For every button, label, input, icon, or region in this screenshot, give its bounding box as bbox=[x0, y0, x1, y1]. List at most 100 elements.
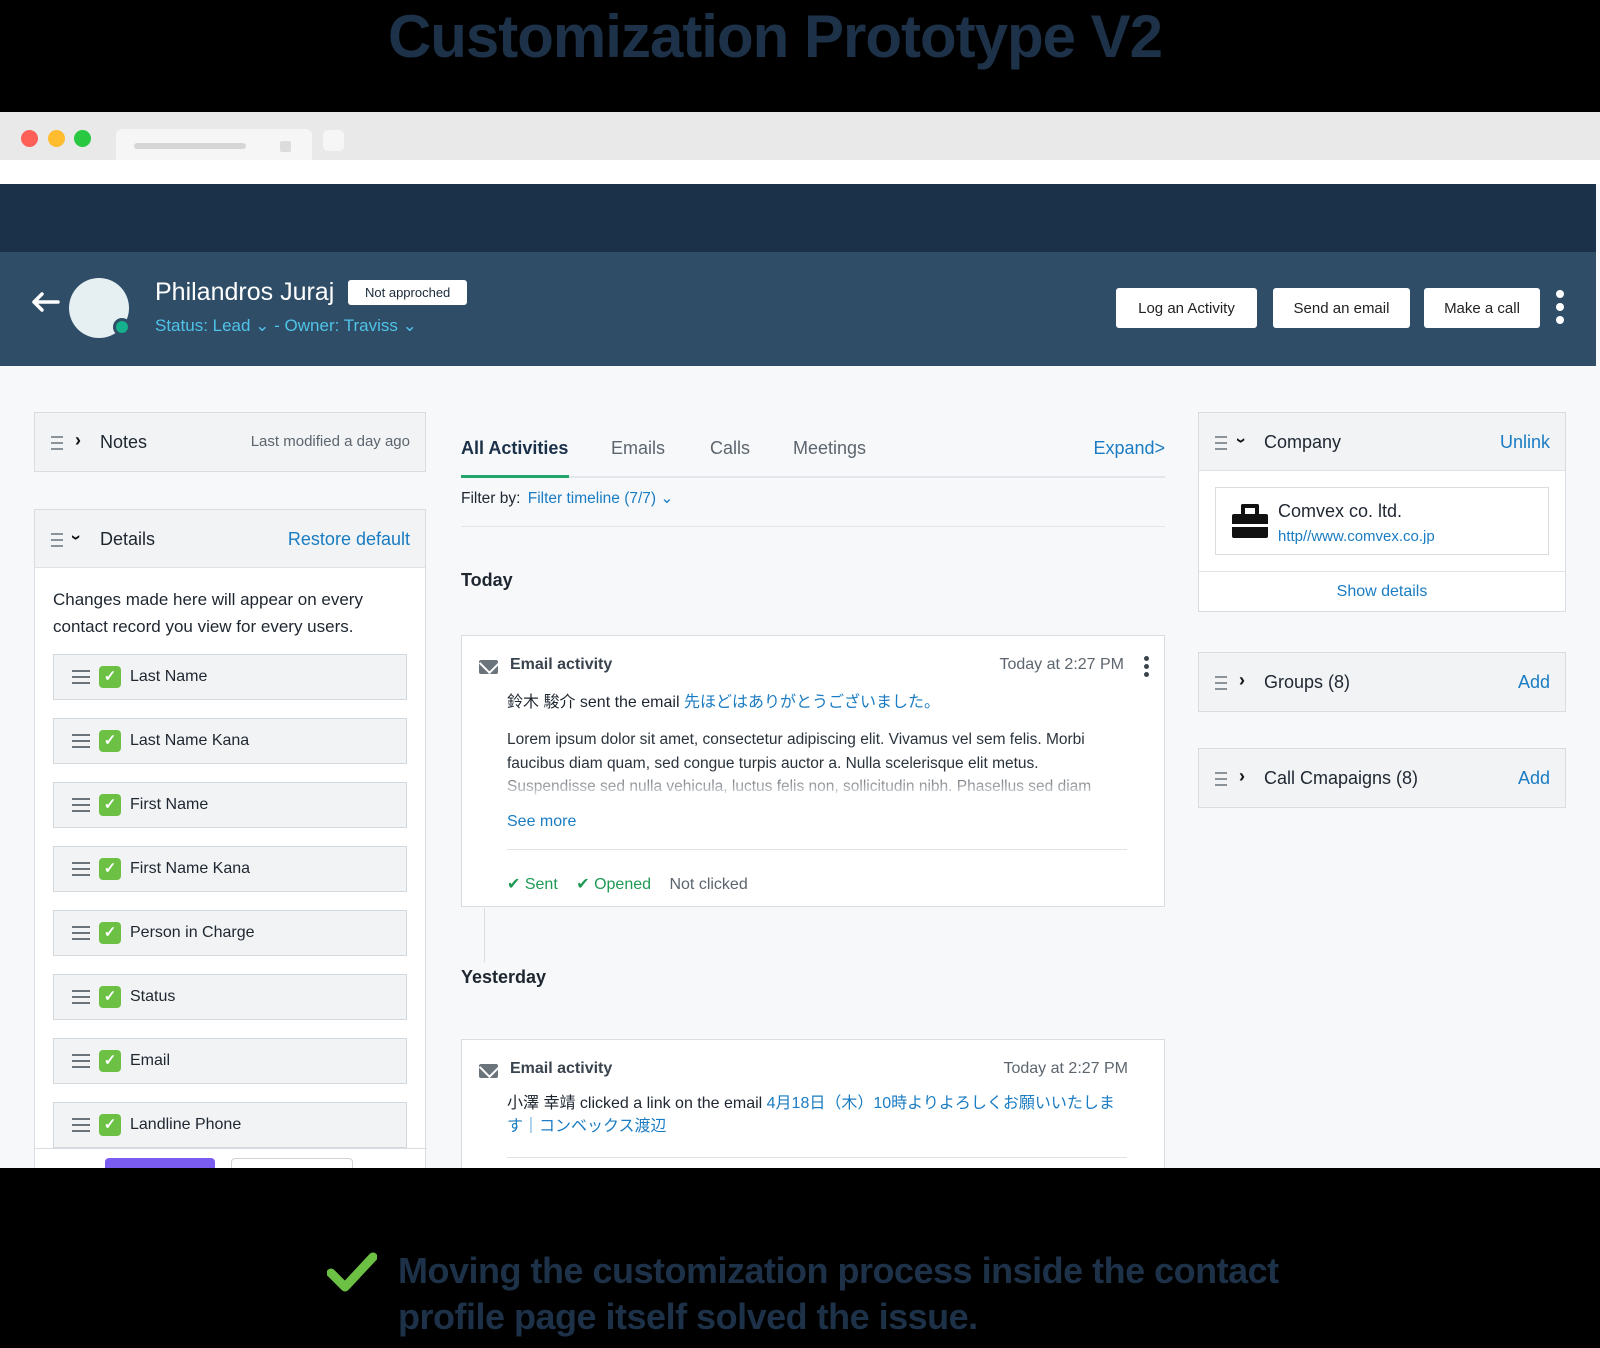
details-header[interactable]: › Details Restore default bbox=[35, 510, 425, 568]
checkbox-checked-icon[interactable]: ✓ bbox=[99, 666, 121, 688]
activity-summary: 小澤 幸靖 clicked a link on the email 4月18日（… bbox=[507, 1092, 1127, 1138]
field-row[interactable]: ✓ First Name Kana bbox=[53, 846, 407, 892]
drag-handle-icon[interactable] bbox=[72, 670, 90, 672]
checkbox-checked-icon[interactable]: ✓ bbox=[99, 1114, 121, 1136]
filter-row: Filter by: Filter timeline (7/7) ⌄ bbox=[461, 489, 673, 508]
approval-badge: Not approched bbox=[348, 280, 468, 305]
presentation-slide: Customization Prototype V2 Philandros Ju… bbox=[0, 0, 1600, 1348]
activity-more-icon[interactable] bbox=[1144, 656, 1149, 677]
company-url-link[interactable]: http//www.comvex.co.jp bbox=[1278, 528, 1435, 545]
restore-default-link[interactable]: Restore default bbox=[288, 529, 410, 550]
send-email-button[interactable]: Send an email bbox=[1273, 288, 1410, 328]
checkbox-checked-icon[interactable]: ✓ bbox=[99, 1050, 121, 1072]
chevron-down-icon[interactable]: › bbox=[1231, 438, 1252, 444]
tab-calls[interactable]: Calls bbox=[710, 438, 750, 459]
drag-handle-icon[interactable] bbox=[1215, 676, 1227, 678]
new-tab-icon[interactable] bbox=[323, 130, 344, 151]
field-row[interactable]: ✓ First Name bbox=[53, 782, 407, 828]
briefcase-icon bbox=[1232, 504, 1268, 538]
drag-handle-icon[interactable] bbox=[72, 1118, 90, 1120]
close-window-icon[interactable] bbox=[21, 130, 38, 147]
cancel-button[interactable] bbox=[231, 1158, 353, 1168]
contact-name: Philandros Juraj bbox=[155, 278, 335, 306]
drag-handle-icon[interactable] bbox=[51, 436, 63, 438]
email-activity-card: Email activity Today at 2:27 PM 鈴木 駿介 se… bbox=[461, 635, 1165, 907]
conclusion-text: Moving the customization process inside … bbox=[398, 1250, 1279, 1337]
contact-header: Philandros Juraj Not approched Status: L… bbox=[0, 252, 1596, 366]
unlink-link[interactable]: Unlink bbox=[1500, 432, 1550, 453]
field-label: Person in Charge bbox=[130, 924, 255, 941]
tab-all-activities[interactable]: All Activities bbox=[461, 438, 568, 459]
notes-title: Notes bbox=[100, 432, 148, 452]
more-options-icon[interactable] bbox=[1554, 290, 1566, 329]
active-tab-indicator bbox=[461, 475, 569, 478]
timeline-connector bbox=[484, 908, 485, 962]
chevron-down-icon[interactable]: › bbox=[66, 535, 87, 541]
notes-card: › Notes Last modified a day ago bbox=[34, 412, 426, 472]
minimize-window-icon[interactable] bbox=[48, 130, 65, 147]
see-more-link[interactable]: See more bbox=[507, 813, 576, 831]
drag-handle-icon[interactable] bbox=[72, 862, 90, 864]
drag-handle-icon[interactable] bbox=[72, 734, 90, 736]
checkbox-checked-icon[interactable]: ✓ bbox=[99, 922, 121, 944]
details-footer-divider bbox=[35, 1148, 427, 1149]
activity-actor: 鈴木 駿介 sent the email bbox=[507, 694, 684, 711]
drag-handle-icon[interactable] bbox=[72, 1054, 90, 1056]
status-owner-selector[interactable]: Status: Lead ⌄ - Owner: Traviss ⌄ bbox=[155, 316, 417, 336]
groups-header[interactable]: › Groups (8) Add bbox=[1199, 653, 1565, 711]
chevron-right-icon[interactable]: › bbox=[1239, 766, 1245, 787]
filter-label: Filter by: bbox=[461, 490, 521, 507]
drag-handle-icon[interactable] bbox=[72, 798, 90, 800]
drag-handle-icon[interactable] bbox=[72, 990, 90, 992]
checkbox-checked-icon[interactable]: ✓ bbox=[99, 794, 121, 816]
make-call-button[interactable]: Make a call bbox=[1424, 288, 1540, 328]
activity-type: Email activity bbox=[510, 1060, 613, 1077]
tab-emails[interactable]: Emails bbox=[611, 438, 665, 459]
email-subject-link[interactable]: 先ほどはありがとうございました。 bbox=[684, 694, 940, 711]
browser-tab[interactable] bbox=[116, 129, 312, 160]
log-activity-button[interactable]: Log an Activity bbox=[1116, 288, 1257, 328]
field-row[interactable]: ✓ Last Name Kana bbox=[53, 718, 407, 764]
filter-divider bbox=[461, 526, 1165, 527]
activity-summary: 鈴木 駿介 sent the email 先ほどはありがとうございました。 bbox=[507, 688, 940, 712]
body-fade-overlay bbox=[507, 774, 1127, 802]
filter-timeline-dropdown[interactable]: Filter timeline (7/7) ⌄ bbox=[528, 490, 674, 507]
checkbox-checked-icon[interactable]: ✓ bbox=[99, 858, 121, 880]
call-campaigns-header[interactable]: › Call Cmapaigns (8) Add bbox=[1199, 749, 1565, 807]
drag-handle-icon[interactable] bbox=[1215, 772, 1227, 774]
drag-handle-icon[interactable] bbox=[1215, 436, 1227, 438]
browser-chrome bbox=[0, 112, 1600, 160]
chevron-right-icon[interactable]: › bbox=[1239, 670, 1245, 691]
checkbox-checked-icon[interactable]: ✓ bbox=[99, 730, 121, 752]
expand-link[interactable]: Expand> bbox=[1093, 438, 1165, 459]
details-description: Changes made here will appear on every c… bbox=[53, 590, 363, 636]
tab-meetings[interactable]: Meetings bbox=[793, 438, 866, 459]
field-row[interactable]: ✓ Email bbox=[53, 1038, 407, 1084]
add-group-link[interactable]: Add bbox=[1518, 672, 1550, 693]
maximize-window-icon[interactable] bbox=[74, 130, 91, 147]
save-button[interactable] bbox=[105, 1158, 215, 1168]
call-campaigns-title: Call Cmapaigns (8) bbox=[1264, 768, 1419, 788]
arrow-left-icon[interactable] bbox=[32, 288, 60, 318]
online-status-icon bbox=[113, 318, 131, 336]
field-row[interactable]: ✓ Landline Phone bbox=[53, 1102, 407, 1148]
field-row[interactable]: ✓ Status bbox=[53, 974, 407, 1020]
email-activity-card: Email activity Today at 2:27 PM 小澤 幸靖 cl… bbox=[461, 1039, 1165, 1168]
clicked-status: Not clicked bbox=[669, 876, 748, 893]
field-label: First Name Kana bbox=[130, 860, 251, 877]
drag-handle-icon[interactable] bbox=[72, 926, 90, 928]
chevron-right-icon[interactable]: › bbox=[75, 430, 81, 451]
yesterday-heading: Yesterday bbox=[461, 967, 547, 987]
company-header[interactable]: › Company Unlink bbox=[1199, 413, 1565, 471]
call-campaigns-card: › Call Cmapaigns (8) Add bbox=[1198, 748, 1566, 808]
checkbox-checked-icon[interactable]: ✓ bbox=[99, 986, 121, 1008]
show-details-link[interactable]: Show details bbox=[1199, 583, 1565, 601]
tab-close-icon[interactable] bbox=[280, 141, 291, 152]
field-label: Email bbox=[130, 1052, 171, 1069]
company-entry[interactable]: Comvex co. ltd. http//www.comvex.co.jp bbox=[1215, 487, 1549, 555]
drag-handle-icon[interactable] bbox=[51, 533, 63, 535]
field-row[interactable]: ✓ Last Name bbox=[53, 654, 407, 700]
field-row[interactable]: ✓ Person in Charge bbox=[53, 910, 407, 956]
notes-header[interactable]: › Notes Last modified a day ago bbox=[35, 413, 425, 471]
add-campaign-link[interactable]: Add bbox=[1518, 768, 1550, 789]
